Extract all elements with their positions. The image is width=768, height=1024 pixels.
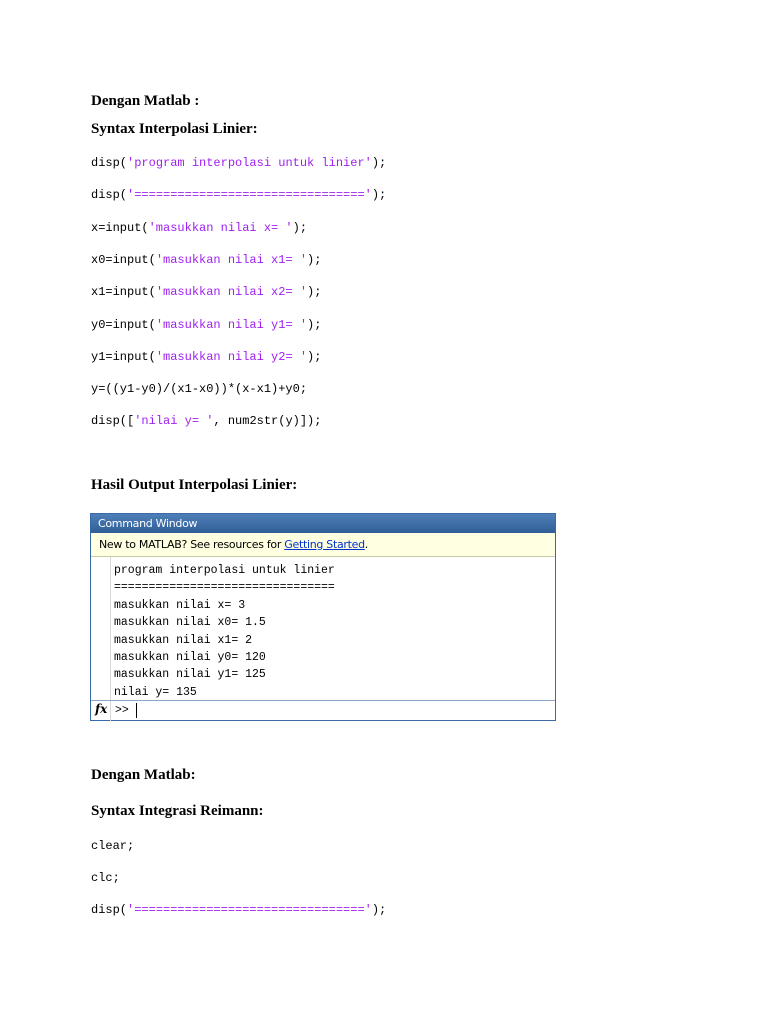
code-line: x=input('masukkan nilai x= '); [91, 221, 307, 235]
command-output-line: nilai y= 135 [114, 685, 197, 699]
code-text: ); [307, 349, 322, 364]
code-text: x=input( [91, 220, 149, 235]
code-text: disp([ [91, 414, 135, 429]
code-text: disp( [91, 156, 128, 170]
command-output-line: masukkan nilai y1= 125 [114, 668, 266, 682]
heading-dengan-matlab: Dengan Matlab : [91, 93, 200, 109]
code-text: clear; [91, 839, 135, 853]
gutter [91, 557, 111, 721]
command-output-line: ================================ [114, 581, 335, 595]
code-string: 'nilai y= ' [134, 414, 214, 429]
command-output-line: masukkan nilai x0= 1.5 [114, 616, 266, 630]
command-output-area[interactable]: program interpolasi untuk linier ========… [91, 557, 555, 721]
info-text: New to MATLAB? See resources for [99, 538, 285, 551]
code-string: 'masukkan nilai y2= ' [155, 349, 308, 364]
command-prompt: >> [115, 704, 129, 717]
code-text: y=((y1-y0)/(x1-x0))*(x-x1)+y0; [91, 382, 308, 397]
heading-syntax-reimann: Syntax Integrasi Reimann: [91, 803, 264, 819]
code-text: disp( [91, 188, 128, 203]
heading-dengan-matlab-2: Dengan Matlab: [91, 767, 196, 783]
getting-started-link[interactable]: Getting Started [284, 538, 365, 551]
code-text: ); [307, 285, 322, 300]
code-line: disp('program interpolasi untuk linier')… [91, 156, 386, 170]
code-string: '================================' [127, 903, 372, 917]
code-text: y1=input( [91, 349, 156, 364]
info-end: . [364, 538, 369, 551]
heading-syntax-interpolasi: Syntax Interpolasi Linier: [91, 121, 258, 137]
code-string: 'masukkan nilai y1= ' [155, 317, 308, 332]
code-text: y0=input( [91, 317, 156, 332]
code-line: x0=input('masukkan nilai x1= '); [91, 253, 321, 267]
command-window[interactable]: Command Window New to MATLAB? See resour… [90, 513, 556, 721]
code-text: x1=input( [91, 285, 156, 300]
code-text: ); [307, 317, 322, 332]
command-output-line: masukkan nilai y0= 120 [114, 650, 266, 664]
code-string: 'masukkan nilai x1= ' [155, 252, 308, 267]
command-output: program interpolasi untuk linier ========… [114, 562, 335, 701]
code-text: ); [307, 252, 322, 267]
info-bar: New to MATLAB? See resources for Getting… [91, 533, 555, 557]
text-cursor [136, 703, 137, 718]
command-window-title: Command Window [91, 514, 555, 533]
command-output-line: masukkan nilai x1= 2 [114, 633, 253, 647]
code-line: y=((y1-y0)/(x1-x0))*(x-x1)+y0; [91, 382, 307, 396]
code-line: y0=input('masukkan nilai y1= '); [91, 318, 321, 332]
code-line: y1=input('masukkan nilai y2= '); [91, 350, 321, 364]
code-line: clear; [91, 839, 134, 853]
code-text: ); [371, 156, 387, 170]
code-string: 'masukkan nilai x= ' [148, 220, 293, 235]
fx-icon[interactable]: fx [95, 702, 107, 716]
prompt-row[interactable]: fx >> [91, 700, 555, 721]
code-line: clc; [91, 871, 120, 885]
code-line: disp(['nilai y= ', num2str(y)]); [91, 414, 321, 428]
code-line: disp('================================')… [91, 903, 386, 917]
code-line: disp('================================')… [91, 188, 386, 202]
code-string: 'program interpolasi untuk linier' [127, 156, 372, 170]
code-text: disp( [91, 903, 128, 917]
command-output-line: masukkan nilai x= 3 [114, 598, 246, 612]
code-string: 'masukkan nilai x2= ' [155, 285, 308, 300]
code-text: ); [371, 903, 387, 917]
code-line: x1=input('masukkan nilai x2= '); [91, 285, 321, 299]
code-text: clc; [91, 871, 120, 885]
code-string: '================================' [127, 188, 372, 203]
command-output-line: program interpolasi untuk linier [114, 564, 335, 577]
code-text: ); [292, 220, 308, 235]
code-text: ); [371, 188, 387, 203]
heading-hasil-output: Hasil Output Interpolasi Linier: [91, 477, 298, 493]
code-text: x0=input( [91, 252, 156, 267]
code-text: , num2str(y)]); [213, 414, 322, 429]
